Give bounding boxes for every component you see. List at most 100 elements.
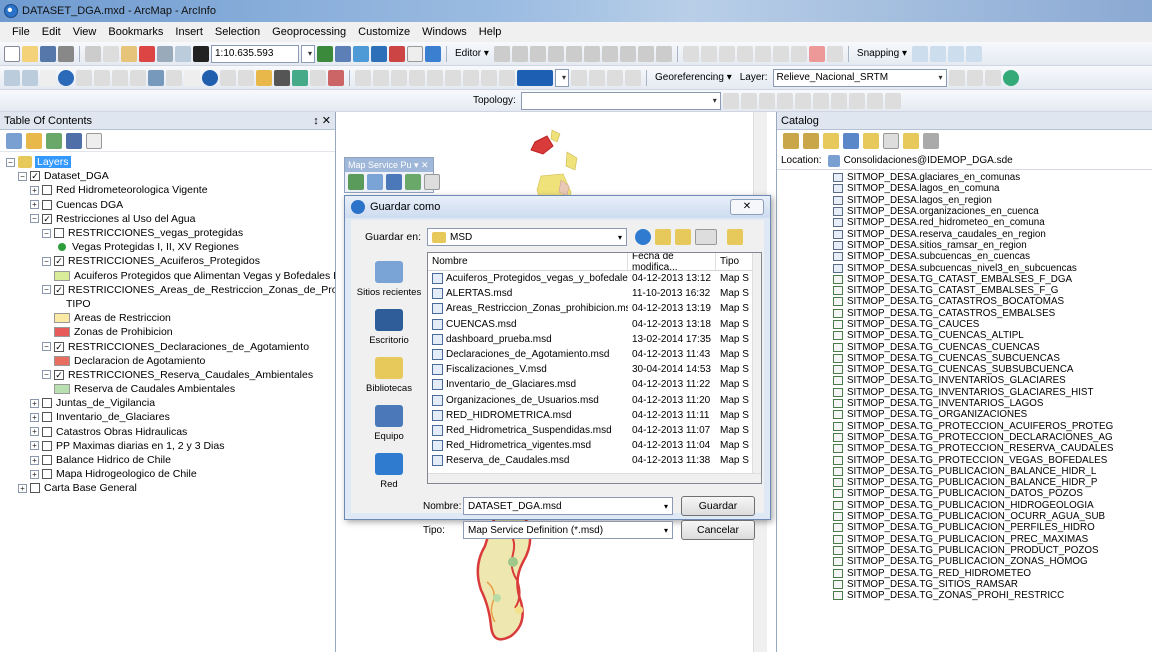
menu-edit[interactable]: Edit bbox=[36, 26, 67, 38]
snap-edge-icon[interactable] bbox=[790, 45, 807, 62]
catalog-item[interactable]: SITMOP_DESA.TG_CUENCAS_SUBCUENCAS bbox=[833, 353, 1152, 364]
measure-tool-icon[interactable] bbox=[256, 69, 272, 86]
layer-visibility-checkbox[interactable]: ✓ bbox=[30, 171, 40, 182]
location-field[interactable]: Consolidaciones@IDEMOP_DGA.sde bbox=[827, 154, 1013, 167]
save-in-select[interactable]: MSD ▾ bbox=[427, 228, 627, 246]
back-extent-icon[interactable] bbox=[112, 69, 128, 86]
back-icon[interactable] bbox=[783, 133, 799, 149]
show-shared-features-icon[interactable] bbox=[740, 92, 757, 109]
catalog-item[interactable]: SITMOP_DESA.TG_PUBLICACION_BALANCE_HIDR_… bbox=[833, 466, 1152, 477]
catalog-item[interactable]: SITMOP_DESA.subcuencas_nivel3_en_subcuen… bbox=[833, 262, 1152, 274]
menu-geoprocessing[interactable]: Geoprocessing bbox=[266, 26, 352, 38]
file-row[interactable]: Organizaciones_de_Usuarios.msd 04-12-2013… bbox=[428, 393, 761, 408]
select-features-icon[interactable] bbox=[148, 69, 164, 86]
list-by-visibility-icon[interactable] bbox=[46, 132, 62, 149]
forward-icon[interactable] bbox=[803, 133, 819, 149]
rotate-icon[interactable] bbox=[601, 45, 618, 62]
connect-folder-icon[interactable] bbox=[863, 133, 879, 149]
list-by-drawing-order-icon[interactable] bbox=[6, 132, 22, 149]
mosaic-icon[interactable] bbox=[607, 69, 623, 86]
catalog-item[interactable]: SITMOP_DESA.lagos_en_comuna bbox=[833, 183, 1152, 194]
catalog-item[interactable]: SITMOP_DESA.TG_CATASTROS_EMBALSES bbox=[833, 308, 1152, 319]
color-tool-icon[interactable] bbox=[808, 45, 825, 62]
snap-vertex-icon[interactable] bbox=[772, 45, 789, 62]
scale-combo[interactable]: 1:10.635.593 bbox=[211, 44, 299, 63]
hyperlink-icon[interactable] bbox=[220, 69, 236, 86]
catalog-item[interactable]: SITMOP_DESA.TG_CUENCAS_CUENCAS bbox=[833, 341, 1152, 353]
print-icon[interactable] bbox=[58, 45, 74, 62]
editor-menu[interactable]: Editor ▾ bbox=[455, 48, 489, 59]
georef-view-icon[interactable] bbox=[427, 69, 443, 86]
catalog-item[interactable]: SITMOP_DESA.TG_SITIOS_RAMSAR bbox=[833, 579, 1152, 590]
editor-toolbar-icon[interactable] bbox=[317, 45, 333, 62]
map-topology-icon[interactable] bbox=[866, 92, 883, 109]
catalog-item[interactable]: SITMOP_DESA.TG_PUBLICACION_HIDROGEOLOGIA bbox=[833, 500, 1152, 511]
publish-icon[interactable] bbox=[405, 174, 421, 190]
color-dropdown[interactable]: ▾ bbox=[555, 68, 569, 87]
menu-selection[interactable]: Selection bbox=[209, 26, 266, 38]
up-folder-icon[interactable] bbox=[655, 229, 671, 245]
toc-row[interactable]: + Carta Base General bbox=[2, 481, 335, 495]
snap-edge-toggle-icon[interactable] bbox=[965, 45, 982, 62]
find-route-icon[interactable] bbox=[292, 69, 308, 86]
create-viewer-icon[interactable] bbox=[355, 69, 371, 86]
delete-icon[interactable] bbox=[139, 45, 155, 62]
toc-row[interactable]: + Inventario_de_Glaciares bbox=[2, 410, 335, 424]
save-msd-icon[interactable] bbox=[386, 174, 402, 190]
topology-edit-icon[interactable] bbox=[718, 45, 735, 62]
list-by-source-icon[interactable] bbox=[26, 132, 42, 149]
views-icon[interactable] bbox=[883, 133, 899, 149]
color-swatch-icon[interactable] bbox=[517, 69, 553, 86]
toc-row[interactable]: + Cuencas DGA bbox=[2, 198, 335, 212]
paste-icon[interactable] bbox=[121, 45, 137, 62]
layer-select[interactable]: Relieve_Nacional_SRTM ▾ bbox=[772, 68, 947, 87]
validate-topology-icon[interactable] bbox=[812, 92, 829, 109]
planarize-icon[interactable] bbox=[776, 92, 793, 109]
flicker-icon[interactable] bbox=[409, 69, 425, 86]
file-row[interactable]: dashboard_prueba.msd 13-02-2014 17:35 Map … bbox=[428, 332, 761, 347]
catalog-item[interactable]: SITMOP_DESA.TG_CATAST_EMBALSES_F_DGA bbox=[833, 274, 1152, 285]
file-row[interactable]: Red_Hidrometrica_vigentes.msd 04-12-2013 … bbox=[428, 438, 761, 453]
layer-visibility-checkbox[interactable] bbox=[42, 426, 52, 437]
layer-visibility-checkbox[interactable] bbox=[42, 199, 52, 210]
list-by-selection-icon[interactable] bbox=[66, 132, 82, 149]
catalog-item[interactable]: SITMOP_DESA.TG_PUBLICACION_BALANCE_HIDR_… bbox=[833, 477, 1152, 488]
place-libraries[interactable]: Bibliotecas bbox=[353, 348, 425, 396]
toc-row[interactable]: − ✓ RESTRICCIONES_Reserva_Caudales_Ambient… bbox=[2, 368, 335, 382]
toc-row[interactable]: Zonas de Prohibicion bbox=[2, 325, 335, 339]
collapse-icon[interactable]: − bbox=[42, 256, 51, 266]
toc-row[interactable]: Reserva de Caudales Ambientales bbox=[2, 382, 335, 396]
place-network[interactable]: Red bbox=[353, 444, 425, 492]
search-window-icon[interactable] bbox=[353, 45, 369, 62]
sketch-properties-icon[interactable] bbox=[637, 45, 654, 62]
file-row[interactable]: Fiscalizaciones_V.msd 30-04-2014 14:53 Map… bbox=[428, 362, 761, 377]
layer-visibility-checkbox[interactable]: ✓ bbox=[54, 256, 64, 267]
toc-row[interactable]: − ✓ RESTRICCIONES_Declaraciones_de_Agotami… bbox=[2, 339, 335, 353]
toc-row[interactable]: + PP Maximas diarias en 1, 2 y 3 Dias bbox=[2, 439, 335, 453]
topology-options-icon[interactable] bbox=[884, 92, 901, 109]
add-data-icon[interactable] bbox=[193, 45, 209, 62]
file-row[interactable]: Acuiferos_Protegidos_vegas_y_bofedales.m… bbox=[428, 271, 761, 286]
snap-point-icon[interactable] bbox=[736, 45, 753, 62]
layer-visibility-checkbox[interactable]: ✓ bbox=[54, 284, 64, 295]
create-features-icon[interactable] bbox=[655, 45, 672, 62]
catalog-item[interactable]: SITMOP_DESA.red_hidrometeo_en_comuna bbox=[833, 217, 1152, 228]
snap-end-toggle-icon[interactable] bbox=[929, 45, 946, 62]
new-document-icon[interactable] bbox=[4, 45, 20, 62]
expand-icon[interactable]: + bbox=[18, 483, 27, 493]
raster-icon[interactable] bbox=[571, 69, 587, 86]
dialog-titlebar[interactable]: Guardar como ✕ bbox=[345, 196, 770, 218]
save-button[interactable]: Guardar bbox=[681, 496, 755, 516]
options-icon[interactable] bbox=[424, 174, 440, 190]
snap-vertex-toggle-icon[interactable] bbox=[947, 45, 964, 62]
toc-row[interactable]: − ✓ Dataset_DGA bbox=[2, 169, 335, 183]
image-icon[interactable] bbox=[589, 69, 605, 86]
undo-icon[interactable] bbox=[157, 45, 173, 62]
rotate-tool-icon[interactable] bbox=[948, 69, 965, 86]
place-computer[interactable]: Equipo bbox=[353, 396, 425, 444]
toc-row[interactable]: Vegas Protegidas I, II, XV Regiones bbox=[2, 240, 335, 254]
measure-icon[interactable] bbox=[700, 45, 717, 62]
toc-row[interactable]: Acuiferos Protegidos que Alimentan Vegas… bbox=[2, 269, 335, 283]
dimension-icon[interactable] bbox=[682, 45, 699, 62]
expand-icon[interactable]: + bbox=[30, 455, 39, 465]
